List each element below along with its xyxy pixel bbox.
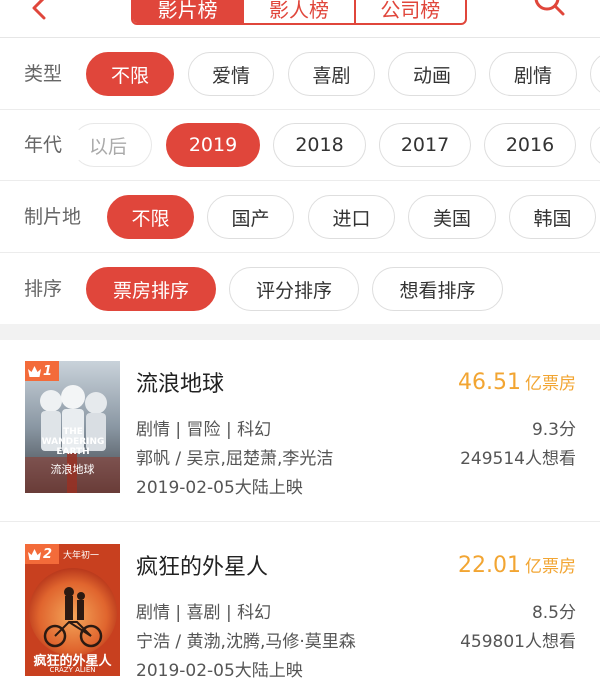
region-chip-domestic[interactable]: 国产 bbox=[207, 195, 294, 239]
movie-genres: 剧情 | 喜剧 | 科幻 bbox=[136, 603, 272, 623]
filter-row-type: 类型 不限 爱情 喜剧 动画 剧情 bbox=[0, 38, 600, 110]
region-chip-any[interactable]: 不限 bbox=[107, 195, 194, 239]
movie-list-item[interactable]: 2 大年初一 疯狂的外星人 CRAZY ALIEN 疯狂的外星人 22.01 亿票… bbox=[0, 523, 600, 687]
search-icon[interactable] bbox=[530, 0, 570, 22]
type-chip-animation[interactable]: 动画 bbox=[388, 52, 476, 96]
tab-company-ranking[interactable]: 公司榜 bbox=[356, 0, 465, 23]
region-chip-korea[interactable]: 韩国 bbox=[509, 195, 596, 239]
region-chip-usa[interactable]: 美国 bbox=[408, 195, 496, 239]
ranking-tabs: 影片榜 影人榜 公司榜 bbox=[131, 0, 467, 25]
movie-title[interactable]: 疯狂的外星人 bbox=[136, 549, 268, 581]
filter-row-year: 年代 以后 2019 2018 2017 2016 bbox=[0, 109, 600, 181]
rank-number: 2 bbox=[43, 546, 53, 562]
section-divider bbox=[0, 324, 600, 340]
year-chip-2019[interactable]: 2019 bbox=[166, 123, 260, 167]
type-chip-romance[interactable]: 爱情 bbox=[188, 52, 274, 96]
rank-badge: 2 bbox=[25, 544, 59, 564]
rank-number: 1 bbox=[43, 363, 53, 379]
year-chip-2018[interactable]: 2018 bbox=[273, 123, 366, 167]
type-chip-any[interactable]: 不限 bbox=[86, 52, 174, 96]
poster-english-title: CRAZY ALIEN bbox=[49, 666, 96, 674]
back-arrow-icon[interactable] bbox=[22, 0, 58, 24]
poster-english-title: THE WANDERING EARTH bbox=[41, 427, 105, 457]
movie-poster[interactable]: 2 大年初一 疯狂的外星人 CRAZY ALIEN bbox=[25, 544, 120, 676]
filter-label-region: 制片地 bbox=[24, 206, 82, 228]
sort-chip-want[interactable]: 想看排序 bbox=[372, 267, 503, 311]
filter-label-sort: 排序 bbox=[24, 278, 63, 300]
filter-row-sort: 排序 票房排序 评分排序 想看排序 bbox=[0, 253, 600, 325]
box-office: 22.01 亿票房 bbox=[458, 552, 576, 578]
year-chip-more[interactable] bbox=[590, 123, 600, 167]
movie-release: 2019-02-05大陆上映 bbox=[136, 478, 303, 498]
movie-release: 2019-02-05大陆上映 bbox=[136, 661, 303, 681]
sort-chip-score[interactable]: 评分排序 bbox=[229, 267, 359, 311]
type-chip-more[interactable] bbox=[590, 52, 600, 96]
top-nav: 影片榜 影人榜 公司榜 bbox=[0, 0, 600, 38]
movie-list-item[interactable]: 1 THE WANDERING EARTH 流浪地球 流浪地球 46.51 亿票房… bbox=[0, 340, 600, 522]
movie-title[interactable]: 流浪地球 bbox=[136, 366, 224, 398]
year-chip-2017[interactable]: 2017 bbox=[379, 123, 471, 167]
movie-score: 8.5分 bbox=[531, 603, 576, 623]
box-office: 46.51 亿票房 bbox=[458, 369, 576, 395]
crown-icon bbox=[28, 365, 41, 377]
movie-want-count: 459801人想看 bbox=[460, 632, 576, 652]
movie-genres: 剧情 | 冒险 | 科幻 bbox=[136, 420, 272, 440]
movie-poster[interactable]: 1 THE WANDERING EARTH 流浪地球 bbox=[25, 361, 120, 493]
tab-movie-ranking[interactable]: 影片榜 bbox=[133, 0, 245, 23]
tab-people-ranking[interactable]: 影人榜 bbox=[244, 0, 356, 23]
poster-tagline: 大年初一 bbox=[63, 551, 100, 561]
filter-label-year: 年代 bbox=[24, 134, 63, 156]
box-office-unit: 亿票房 bbox=[525, 557, 576, 577]
box-office-unit: 亿票房 bbox=[525, 374, 576, 394]
type-chip-drama[interactable]: 剧情 bbox=[489, 52, 577, 96]
movie-cast: 宁浩 / 黄渤,沈腾,马修·莫里森 bbox=[136, 632, 356, 652]
type-chip-comedy[interactable]: 喜剧 bbox=[288, 52, 375, 96]
movie-score: 9.3分 bbox=[531, 420, 576, 440]
box-office-value: 22.01 bbox=[458, 553, 521, 578]
year-chip-2016[interactable]: 2016 bbox=[484, 123, 576, 167]
sort-chip-boxoffice[interactable]: 票房排序 bbox=[86, 267, 216, 311]
poster-chinese-title: 流浪地球 bbox=[50, 463, 95, 476]
region-chip-imported[interactable]: 进口 bbox=[308, 195, 395, 239]
movie-cast: 郭帆 / 吴京,屈楚萧,李光洁 bbox=[136, 449, 334, 469]
filter-row-region: 制片地 不限 国产 进口 美国 韩国 bbox=[0, 181, 600, 253]
rank-badge: 1 bbox=[25, 361, 59, 381]
crown-icon bbox=[28, 548, 41, 560]
box-office-value: 46.51 bbox=[458, 370, 521, 395]
filter-label-type: 类型 bbox=[24, 63, 63, 85]
year-chip-after[interactable]: 以后 bbox=[72, 123, 152, 167]
movie-want-count: 249514人想看 bbox=[460, 449, 576, 469]
